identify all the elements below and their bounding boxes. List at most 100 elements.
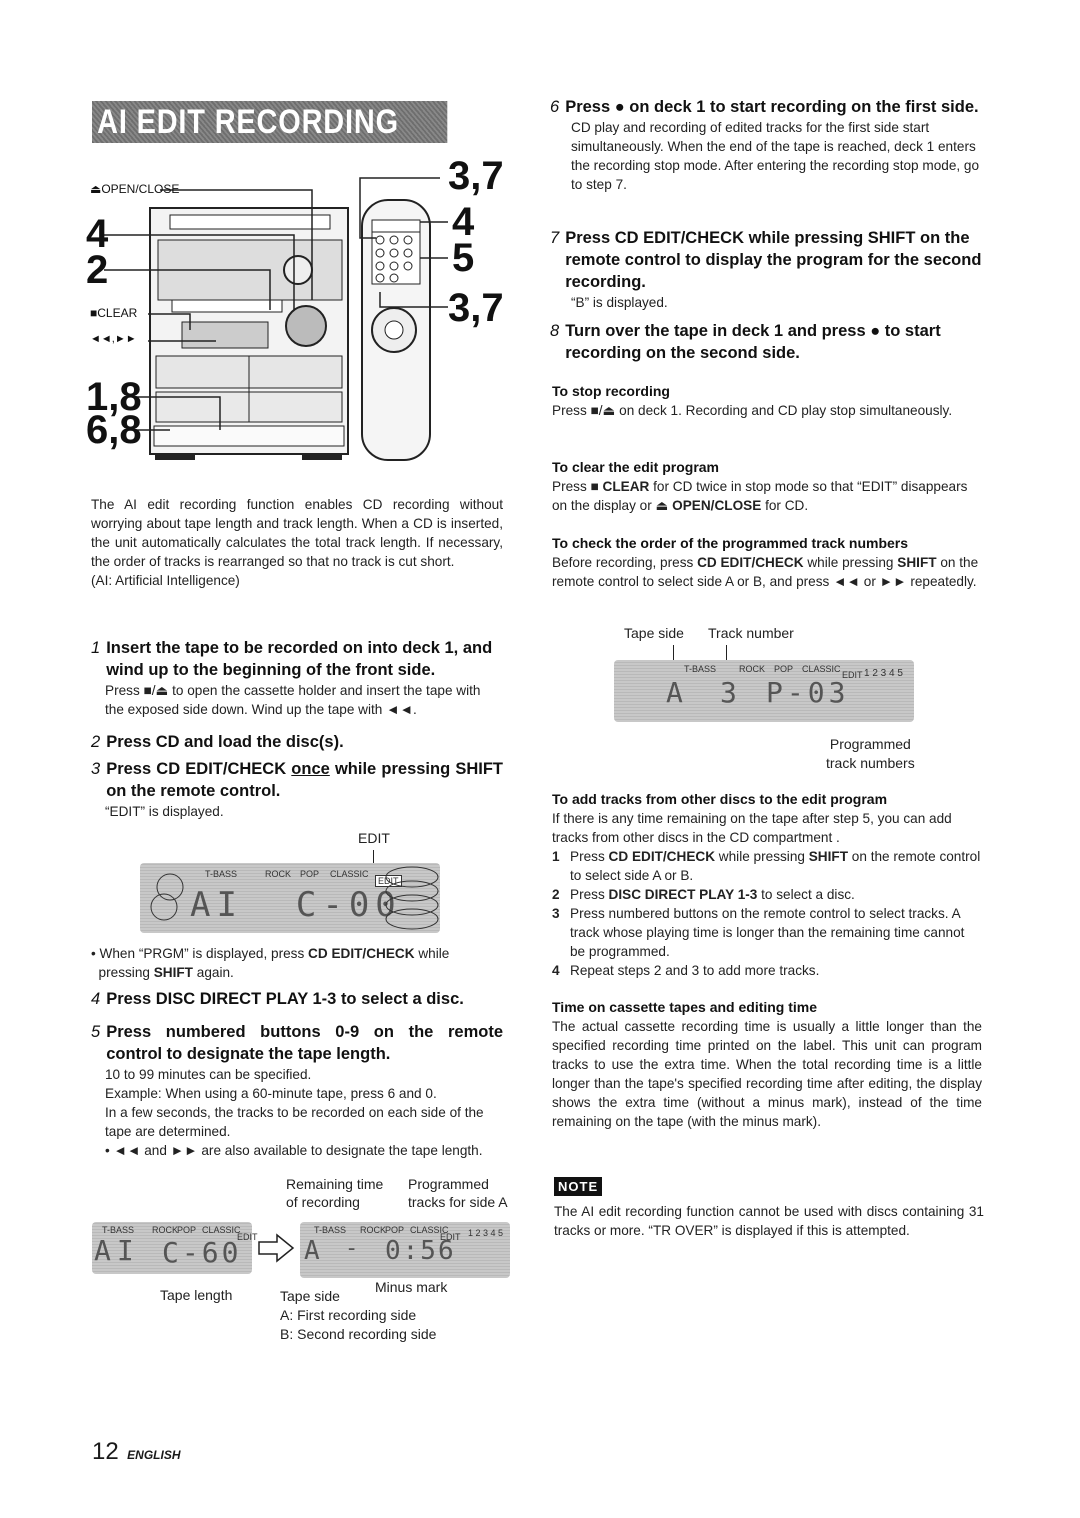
- step-number: 2: [91, 733, 101, 751]
- lcd-remaining-time: T-BASS ROCK POP CLASSIC EDIT A - 0:56 1 …: [300, 1222, 510, 1278]
- callout-2-left: 2: [86, 248, 109, 292]
- open-close-label: ⏏OPEN/CLOSE: [90, 182, 180, 196]
- section-body: Before recording, press CD EDIT/CHECK wh…: [552, 555, 979, 589]
- lcd-segments: AI C-00: [190, 885, 402, 925]
- tape-side-caption: Tape side A: First recording side B: Sec…: [280, 1288, 437, 1342]
- disc-tray-icon: [385, 866, 439, 930]
- track-numbers: 1 2 3 4 5: [468, 1228, 504, 1238]
- intro-paragraph: The AI edit recording function enables C…: [91, 495, 503, 590]
- step-number: 4: [91, 990, 101, 1008]
- step-body: CD play and recording of edited tracks f…: [571, 120, 980, 192]
- callout-6-8: 6,8: [86, 408, 142, 452]
- step-4: 4 Press DISC DIRECT PLAY 1-3 to select a…: [91, 988, 503, 1010]
- intro-footnote: (AI: Artificial Intelligence): [91, 573, 240, 588]
- step-title: Press ● on deck 1 to start recording on …: [565, 98, 979, 116]
- step-title: Turn over the tape in deck 1 and press ●…: [565, 322, 941, 362]
- section-stop-recording: To stop recording Press ■/⏏ on deck 1. R…: [552, 382, 982, 420]
- step-7: 7 Press CD EDIT/CHECK while pressing SHI…: [550, 227, 982, 312]
- step-number: 3: [91, 760, 101, 778]
- callout-3-7-bottom: 3,7: [448, 286, 504, 330]
- indicator-tbass: T-BASS: [205, 869, 238, 879]
- tape-side-value: A: [304, 1236, 326, 1266]
- list-item: 3 Press numbered buttons on the remote co…: [552, 906, 965, 959]
- skip-label: ◄◄,►►: [90, 333, 137, 345]
- disc-reel-icon: [150, 873, 184, 921]
- device-illustration: ⏏OPEN/CLOSE 4 2 ■CLEAR ◄◄,►► 1,8 6,8 3,7…: [86, 154, 510, 480]
- remaining-time-value: 0:56: [385, 1236, 456, 1266]
- section-time-on-tapes: Time on cassette tapes and editing time …: [552, 998, 982, 1131]
- track-number-value: 3: [720, 676, 743, 709]
- minus-mark: -: [345, 1236, 365, 1261]
- section-clear-program: To clear the edit program Press ■ CLEAR …: [552, 458, 982, 515]
- track-check-display: Tape side Track number T-BASS ROCK POP C…: [600, 625, 940, 775]
- page-title: AI EDIT RECORDING: [92, 101, 448, 143]
- section-heading: Time on cassette tapes and editing time: [552, 999, 818, 1015]
- step-8: 8 Turn over the tape in deck 1 and press…: [550, 320, 982, 364]
- step-body: 10 to 99 minutes can be specified. Examp…: [105, 1067, 484, 1158]
- indicator-rock: ROCK: [265, 869, 292, 879]
- tape-length-displays: Remaining time of recording Programmed t…: [90, 1175, 530, 1350]
- indicator-pop: POP: [300, 869, 320, 879]
- note-body: The AI edit recording function cannot be…: [554, 1204, 984, 1238]
- step-5: 5 Press numbered buttons 0-9 on the remo…: [91, 1021, 503, 1160]
- step-number: 5: [91, 1023, 101, 1041]
- step-number: 1: [91, 639, 101, 657]
- step-number: 7: [550, 229, 560, 247]
- section-intro: If there is any time remaining on the ta…: [552, 811, 952, 845]
- arrow-right-icon: [258, 1233, 295, 1263]
- clear-label: ■CLEAR: [90, 306, 138, 320]
- lcd-tape-length: T-BASS ROCK POP CLASSIC EDIT AI C-60: [92, 1222, 258, 1274]
- section-body: Press ■ CLEAR for CD twice in stop mode …: [552, 479, 968, 513]
- programmed-track-caption: Programmed track numbers: [826, 736, 915, 771]
- list-item: 2 Press DISC DIRECT PLAY 1-3 to select a …: [552, 887, 855, 902]
- step-body: “B” is displayed.: [571, 295, 668, 310]
- section-check-order: To check the order of the programmed tra…: [552, 534, 982, 591]
- intro-text: The AI edit recording function enables C…: [91, 497, 503, 569]
- step-3: 3 Press CD EDIT/CHECK once while pressin…: [91, 758, 503, 821]
- tape-side-label: Tape side: [624, 625, 684, 641]
- note-section: NOTE The AI edit recording function cann…: [554, 1177, 984, 1240]
- language-label: ENGLISH: [127, 1448, 181, 1462]
- step-title: Insert the tape to be recorded on into d…: [106, 639, 493, 679]
- list-item: 1 Press CD EDIT/CHECK while pressing SHIF…: [552, 849, 981, 883]
- section-body: Press ■/⏏ on deck 1. Recording and CD pl…: [552, 403, 953, 418]
- step-body: “EDIT” is displayed.: [105, 804, 224, 819]
- stereo-and-remote-drawing: [104, 177, 448, 461]
- section-heading: To stop recording: [552, 383, 670, 399]
- callout-5-right: 5: [452, 236, 475, 280]
- callout-3-7-top: 3,7: [448, 154, 504, 198]
- tape-side-value: A: [666, 676, 689, 709]
- tape-length-value: C-60: [162, 1236, 242, 1269]
- section-body: The actual cassette recording time is us…: [552, 1019, 982, 1129]
- step-1: 1 Insert the tape to be recorded on into…: [91, 637, 503, 719]
- tape-length-caption: Tape length: [160, 1287, 233, 1303]
- track-number-label: Track number: [708, 625, 794, 641]
- page-number: 12: [92, 1438, 119, 1465]
- section-heading: To check the order of the programmed tra…: [552, 535, 909, 551]
- step-body: Press ■/⏏ to open the cassette holder an…: [105, 683, 481, 717]
- edit-callout: EDIT: [358, 830, 390, 846]
- step-number: 6: [550, 98, 560, 116]
- indicator-classic: CLASSIC: [330, 869, 369, 879]
- program-value: P-03: [766, 676, 850, 709]
- remaining-time-caption: Remaining time of recording: [286, 1176, 384, 1210]
- lcd-edit-display: EDIT T-BASS ROCK POP CLASSIC EDIT AI C-0…: [140, 830, 440, 940]
- list-item: 4 Repeat steps 2 and 3 to add more tracks…: [552, 963, 820, 978]
- page-footer: 12 ENGLISH: [92, 1438, 181, 1466]
- section-heading: To clear the edit program: [552, 459, 719, 475]
- programmed-tracks-caption: Programmed tracks for side A: [408, 1176, 508, 1210]
- note-badge: NOTE: [554, 1177, 603, 1196]
- section-add-tracks: To add tracks from other discs to the ed…: [552, 790, 982, 980]
- step-number: 8: [550, 322, 560, 340]
- lcd-panel: T-BASS ROCK POP CLASSIC EDIT AI C-00: [140, 863, 440, 933]
- step-2: 2 Press CD and load the disc(s).: [91, 731, 503, 753]
- step-title: Press numbered buttons 0-9 on the remote…: [106, 1023, 503, 1063]
- step-title: Press CD EDIT/CHECK once while pressing …: [106, 760, 503, 800]
- step-title: Press CD and load the disc(s).: [106, 733, 344, 751]
- lcd-panel: T-BASS ROCK POP CLASSIC EDIT A 3 P-03 1 …: [614, 660, 914, 722]
- section-heading: To add tracks from other discs to the ed…: [552, 791, 888, 807]
- step-title: Press CD EDIT/CHECK while pressing SHIFT…: [565, 229, 982, 291]
- add-list: 1 Press CD EDIT/CHECK while pressing SHIF…: [552, 847, 982, 980]
- step-title: Press DISC DIRECT PLAY 1-3 to select a d…: [106, 990, 464, 1008]
- step-6: 6 Press ● on deck 1 to start recording o…: [550, 96, 982, 194]
